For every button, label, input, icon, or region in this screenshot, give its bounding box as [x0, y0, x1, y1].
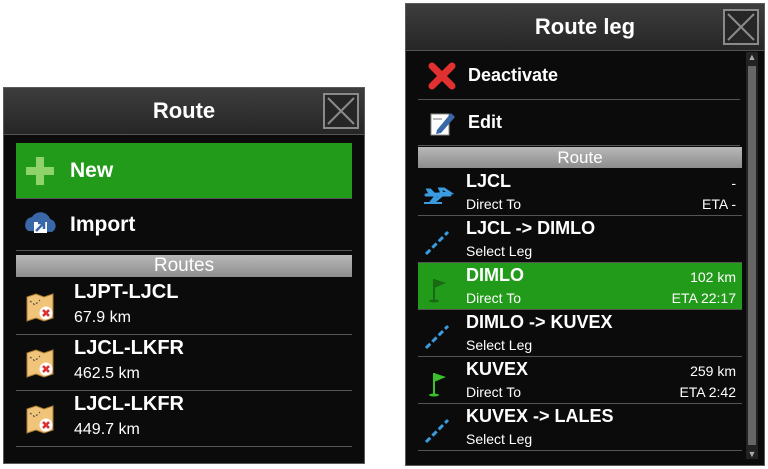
scroll-down-icon[interactable]: ▼: [746, 449, 758, 459]
leg-line-icon: [422, 322, 454, 350]
route-item[interactable]: LJCL-LKFR 449.7 km: [16, 391, 352, 447]
route-titlebar: Route: [4, 88, 364, 135]
routes-section-header: Routes: [16, 255, 352, 277]
edit-button[interactable]: Edit: [418, 100, 740, 146]
leg-eta: ETA 22:17: [671, 290, 736, 306]
route-title: Route: [152, 98, 216, 123]
leg-name: DIMLO: [466, 265, 524, 285]
edit-icon: [426, 107, 458, 139]
leg-line-icon: [422, 228, 454, 256]
import-icon: [24, 209, 56, 241]
route-leg-titlebar: Route leg: [406, 4, 764, 51]
leg-distance: 259 km: [690, 363, 736, 379]
leg-action: Direct To: [466, 196, 521, 212]
airplane-icon: [422, 181, 455, 209]
leg-name: LJCL -> DIMLO: [466, 218, 596, 238]
scroll-up-icon[interactable]: ▲: [746, 52, 758, 62]
scrollbar[interactable]: ▲ ▼: [746, 52, 758, 459]
import-route-button[interactable]: Import: [16, 199, 352, 251]
route-item[interactable]: LJCL-LKFR 462.5 km: [16, 335, 352, 391]
route-map-icon: [24, 291, 56, 323]
new-label: New: [70, 158, 114, 182]
close-icon: [327, 97, 355, 125]
leg-name: KUVEX -> LALES: [466, 406, 614, 426]
route-name: LJCL-LKFR: [74, 337, 184, 359]
route-leg-item[interactable]: KUVEX -> LALES Select Leg: [418, 404, 742, 451]
route-item[interactable]: LJPT-LJCL 67.9 km: [16, 279, 352, 335]
route-distance: 67.9 km: [74, 309, 131, 326]
leg-distance: -: [731, 175, 736, 191]
route-leg-item[interactable]: LJCL -> DIMLO Select Leg: [418, 216, 742, 263]
leg-action: Select Leg: [466, 243, 533, 259]
leg-action: Direct To: [466, 384, 521, 400]
scrollbar-thumb[interactable]: [748, 66, 756, 445]
route-distance: 449.7 km: [74, 421, 140, 438]
edit-label: Edit: [468, 112, 502, 132]
route-name: LJCL-LKFR: [74, 393, 184, 415]
route-leg-title: Route leg: [534, 14, 636, 39]
flag-icon: [422, 275, 454, 303]
close-icon: [727, 13, 755, 41]
red-x-icon: [426, 60, 458, 92]
leg-distance: 102 km: [690, 269, 736, 285]
route-section-header: Route: [418, 147, 742, 168]
route-leg-item[interactable]: DIMLO -> KUVEX Select Leg: [418, 310, 742, 357]
routes-section-title: Routes: [153, 255, 215, 276]
route-distance: 462.5 km: [74, 365, 140, 382]
close-button[interactable]: [723, 9, 759, 45]
leg-action: Select Leg: [466, 337, 533, 353]
route-dialog: Route New Import Routes LJPT-LJCL 67.9 k…: [3, 87, 365, 464]
route-map-icon: [24, 403, 56, 435]
route-leg-item[interactable]: KUVEX Direct To 259 km ETA 2:42: [418, 357, 742, 404]
route-name: LJPT-LJCL: [74, 281, 179, 303]
leg-eta: ETA -: [702, 196, 736, 212]
plus-icon: [24, 155, 56, 187]
leg-action: Select Leg: [466, 431, 533, 447]
leg-name: KUVEX: [466, 359, 529, 379]
leg-line-icon: [422, 416, 454, 444]
leg-name: DIMLO -> KUVEX: [466, 312, 613, 332]
leg-eta: ETA 2:42: [679, 384, 736, 400]
route-leg-item[interactable]: LJCL Direct To - ETA -: [418, 169, 742, 216]
deactivate-button[interactable]: Deactivate: [418, 52, 740, 100]
leg-action: Direct To: [466, 290, 521, 306]
new-route-button[interactable]: New: [16, 143, 352, 199]
route-leg-item[interactable]: DIMLO Direct To 102 km ETA 22:17: [418, 263, 742, 310]
route-section-title: Route: [557, 148, 603, 167]
deactivate-label: Deactivate: [468, 65, 559, 85]
flag-icon: [422, 369, 454, 397]
import-label: Import: [70, 212, 136, 236]
route-leg-dialog: Route leg Deactivate Edit Route LJCL Dir…: [405, 3, 765, 466]
close-button[interactable]: [323, 93, 359, 129]
route-map-icon: [24, 347, 56, 379]
leg-name: LJCL: [466, 171, 511, 191]
